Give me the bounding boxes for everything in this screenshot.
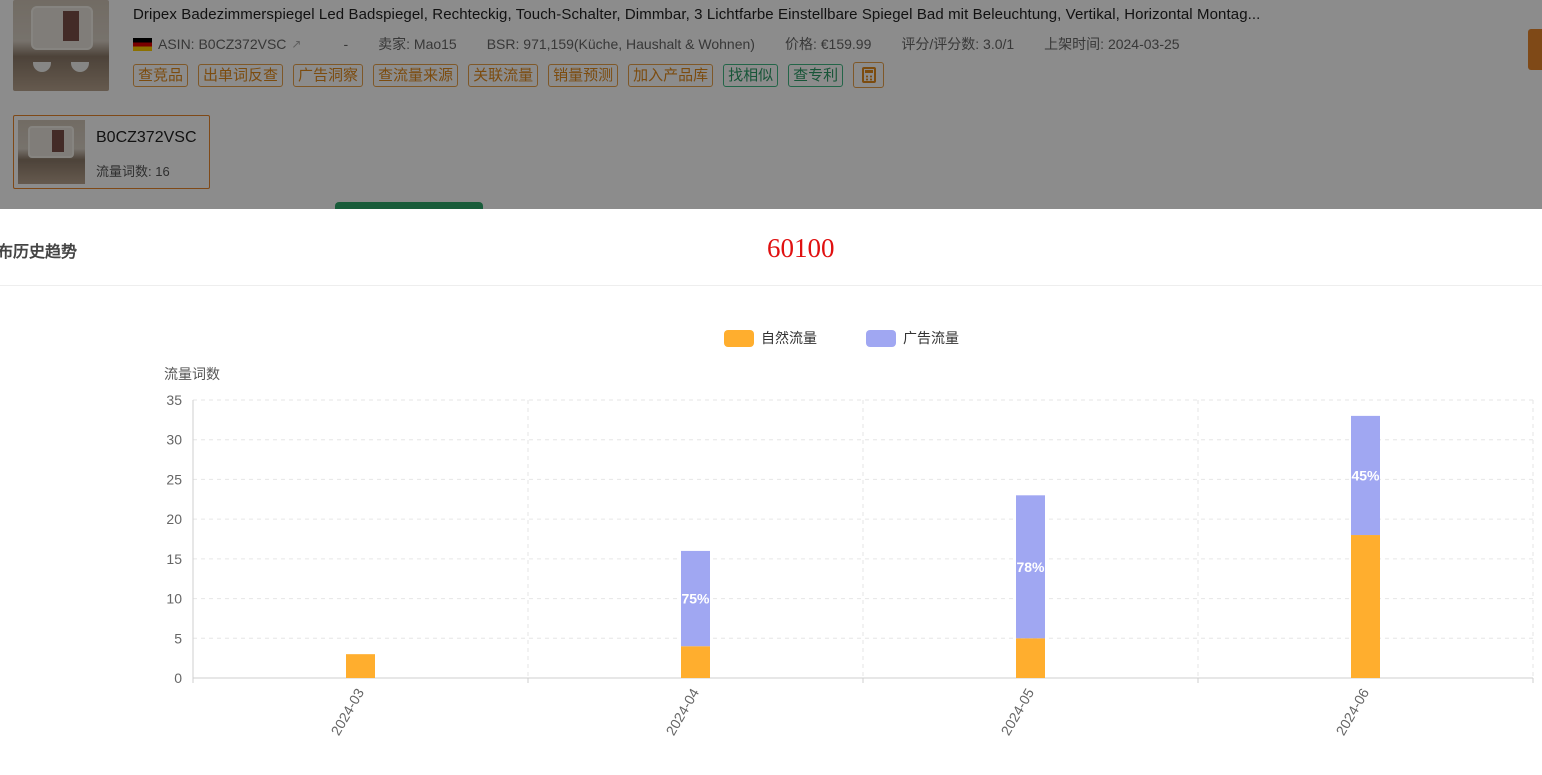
action-tag-7[interactable]: 找相似 (723, 64, 779, 87)
data-label-2024-06: 45% (1351, 467, 1380, 483)
listed-date-label: 上架时间: 2024-03-25 (1044, 36, 1180, 52)
product-panel: Dripex Badezimmerspiegel Led Badspiegel,… (0, 0, 1542, 209)
bsr-label: BSR: 971,159(Küche, Haushalt & Wohnen) (486, 36, 755, 52)
chart-area: 自然流量 广告流量 流量词数 0 5 10 15 20 25 30 35 2024-03 75% 2… (0, 286, 1542, 775)
meta-dash: - (343, 36, 349, 52)
seller-label: 卖家: Mao15 (378, 36, 457, 52)
asin-thumbnail (18, 120, 85, 184)
action-tag-8[interactable]: 查专利 (788, 64, 844, 87)
side-toggle-button[interactable] (1528, 29, 1542, 70)
action-tag-3[interactable]: 查流量来源 (373, 64, 459, 87)
action-tag-1[interactable]: 出单词反查 (198, 64, 284, 87)
action-tags: 查竞品 出单词反查 广告洞察 查流量来源 关联流量 销量预测 加入产品库 找相似 查专利 (133, 62, 885, 88)
asin-label: ASIN: B0CZ372VSC (158, 36, 287, 52)
y-tick-label: 25 (166, 471, 182, 487)
product-thumbnail[interactable] (13, 0, 109, 91)
y-tick-label: 0 (174, 670, 182, 686)
action-tag-5[interactable]: 销量预测 (548, 64, 619, 87)
bar-natural-2024-04 (681, 646, 710, 678)
asin-card-count: 流量词数: 16 (96, 164, 170, 179)
product-meta: ASIN: B0CZ372VSC ↗ - 卖家: Mao15 BSR: 971,… (133, 35, 1210, 53)
modal-header: 布历史趋势 60100 (0, 209, 1542, 286)
calculator-icon[interactable] (853, 62, 885, 88)
external-link-icon[interactable]: ↗ (291, 37, 301, 51)
trend-modal: 布历史趋势 60100 自然流量 广告流量 流量词数 0 5 10 15 20 25 30 3… (0, 209, 1542, 775)
rating-label: 评分/评分数: 3.0/1 (901, 36, 1015, 52)
action-tag-4[interactable]: 关联流量 (468, 64, 539, 87)
action-tag-6[interactable]: 加入产品库 (628, 64, 714, 87)
y-tick-label: 10 (166, 591, 182, 607)
y-tick-label: 20 (166, 511, 182, 527)
asin-card[interactable]: B0CZ372VSC 流量词数: 16 (13, 115, 210, 189)
x-tick-label-2024-05: 2024-05 (998, 685, 1038, 738)
product-title[interactable]: Dripex Badezimmerspiegel Led Badspiegel,… (133, 6, 1260, 23)
modal-backdrop[interactable] (0, 0, 1542, 209)
bar-natural-2024-05 (1016, 638, 1045, 678)
x-tick-label-2024-06: 2024-06 (1333, 685, 1373, 738)
asin-card-title: B0CZ372VSC (96, 129, 197, 146)
germany-flag-icon (133, 37, 152, 51)
action-tag-2[interactable]: 广告洞察 (293, 64, 364, 87)
data-label-2024-05: 78% (1016, 559, 1045, 575)
bar-natural-2024-06 (1351, 535, 1380, 678)
y-tick-label: 5 (174, 630, 182, 646)
y-tick-label: 15 (166, 551, 182, 567)
modal-title: 布历史趋势 (0, 244, 78, 261)
action-tag-0[interactable]: 查竞品 (133, 64, 189, 87)
watermark-number: 60100 (767, 233, 835, 263)
bar-natural-2024-03 (346, 654, 375, 678)
y-tick-label: 35 (166, 392, 182, 408)
y-tick-label: 30 (166, 432, 182, 448)
stacked-bar-chart: 0 5 10 15 20 25 30 35 2024-03 75% 2024-04 78% 2024-0… (166, 392, 1534, 738)
price-label: 价格: €159.99 (784, 36, 872, 52)
x-tick-label-2024-04: 2024-04 (663, 685, 703, 738)
green-tab[interactable] (335, 202, 483, 209)
data-label-2024-04: 75% (681, 591, 710, 607)
x-tick-label-2024-03: 2024-03 (328, 685, 368, 738)
